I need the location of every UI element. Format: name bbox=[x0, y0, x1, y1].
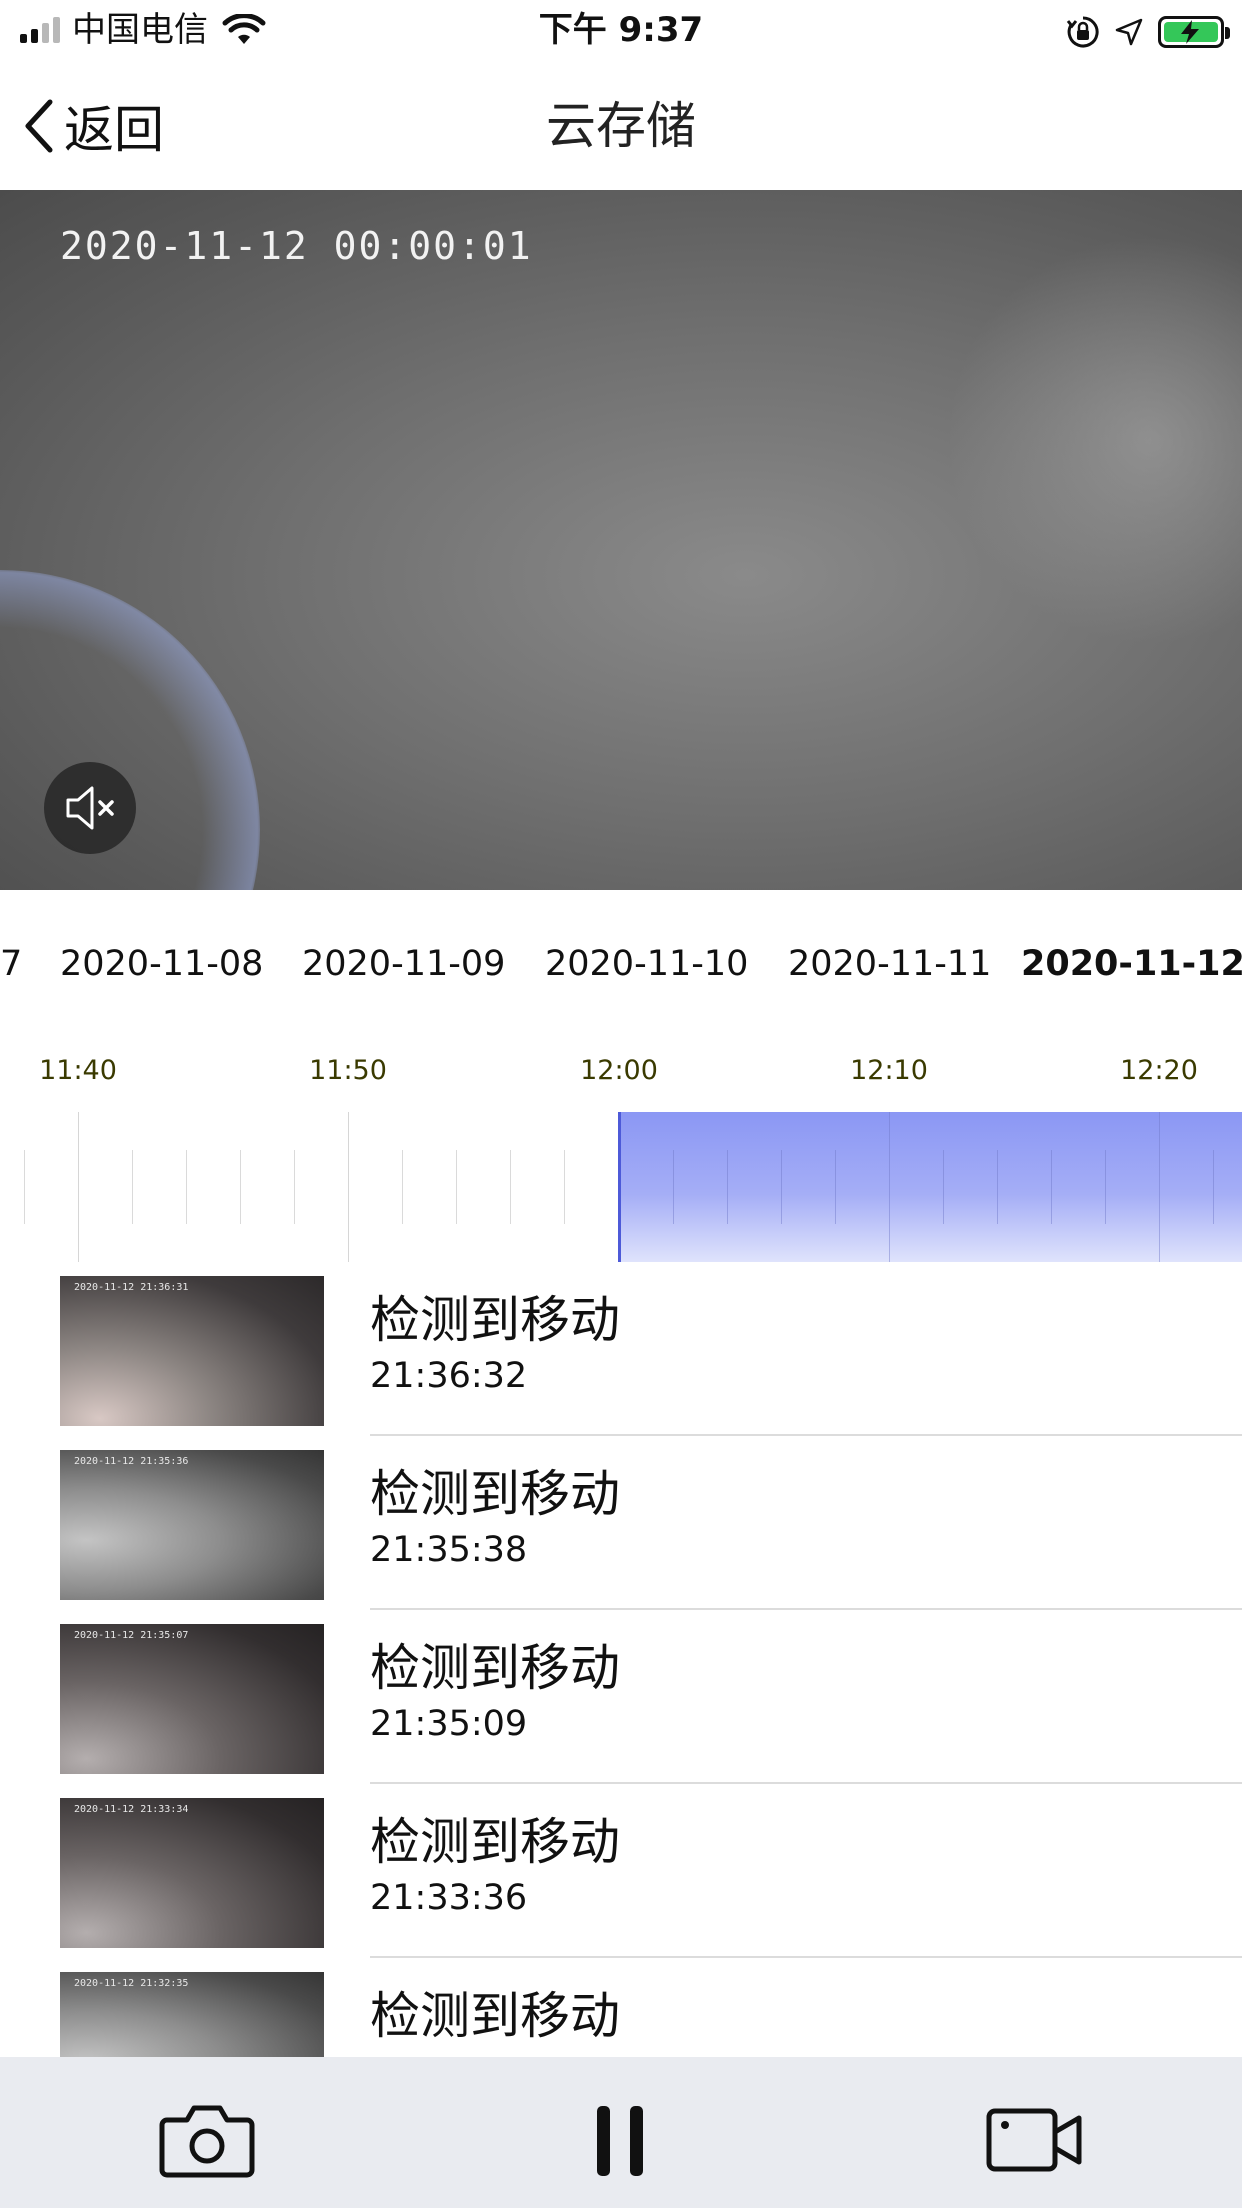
battery-icon bbox=[1158, 16, 1230, 48]
timeline-major-tick bbox=[889, 1112, 890, 1262]
event-thumbnail: 2020-11-12 21:36:31 bbox=[60, 1276, 324, 1426]
location-arrow-icon bbox=[1115, 18, 1143, 46]
status-bar: 中国电信 下午 9:37 bbox=[0, 0, 1242, 60]
event-time: 21:33:36 bbox=[370, 1878, 528, 1918]
event-thumbnail: 2020-11-12 21:35:36 bbox=[60, 1450, 324, 1600]
event-title: 检测到移动 bbox=[370, 1465, 620, 1523]
event-title: 检测到移动 bbox=[370, 1291, 620, 1349]
timeline-minor-tick bbox=[132, 1150, 133, 1224]
event-time: 21:36:32 bbox=[370, 1356, 528, 1396]
camera-icon bbox=[159, 2105, 255, 2178]
timeline-minor-tick bbox=[673, 1150, 674, 1224]
event-thumbnail: 2020-11-12 21:33:34 bbox=[60, 1798, 324, 1948]
timeline-major-tick bbox=[78, 1112, 79, 1262]
event-list[interactable]: 2020-11-12 21:36:31 检测到移动 21:36:32 2020-… bbox=[0, 1262, 1242, 2057]
date-item[interactable]: 2020-11-11 bbox=[788, 944, 991, 984]
video-timestamp: 2020-11-12 00:00:01 bbox=[60, 224, 533, 268]
event-thumbnail: 2020-11-12 21:35:07 bbox=[60, 1624, 324, 1774]
date-item[interactable]: 2020-11-09 bbox=[302, 944, 505, 984]
thumbnail-timestamp: 2020-11-12 21:35:36 bbox=[74, 1456, 189, 1467]
video-player[interactable]: 2020-11-12 00:00:01 bbox=[0, 190, 1242, 890]
list-item[interactable]: 2020-11-12 21:33:34 检测到移动 21:33:36 bbox=[0, 1784, 1242, 1958]
timeline-label: 12:10 bbox=[850, 1055, 928, 1086]
orientation-lock-icon bbox=[1066, 16, 1099, 48]
event-title: 检测到移动 bbox=[370, 1987, 620, 2045]
timeline-minor-tick bbox=[781, 1150, 782, 1224]
timeline-minor-tick bbox=[240, 1150, 241, 1224]
event-time: 21:35:38 bbox=[370, 1530, 528, 1570]
timeline-labels: 11:40 11:50 12:00 12:10 12:20 bbox=[0, 1055, 1242, 1095]
timeline-label: 12:00 bbox=[580, 1055, 658, 1086]
timeline-minor-tick bbox=[294, 1150, 295, 1224]
pause-button[interactable] bbox=[571, 2095, 671, 2185]
recorded-segment bbox=[619, 1112, 1242, 1262]
status-right bbox=[1066, 12, 1230, 52]
event-time: 21:35:09 bbox=[370, 1704, 528, 1744]
playhead[interactable] bbox=[618, 1112, 621, 1262]
speaker-muted-icon bbox=[66, 786, 114, 830]
timeline-major-tick bbox=[348, 1112, 349, 1262]
timeline-minor-tick bbox=[997, 1150, 998, 1224]
timeline-label: 11:40 bbox=[39, 1055, 117, 1086]
timeline-minor-tick bbox=[510, 1150, 511, 1224]
date-item[interactable]: 2020-11-10 bbox=[545, 944, 748, 984]
thumbnail-timestamp: 2020-11-12 21:33:34 bbox=[74, 1804, 189, 1815]
nav-bar: 返回 云存储 bbox=[0, 60, 1242, 190]
list-item[interactable]: 2020-11-12 21:35:07 检测到移动 21:35:09 bbox=[0, 1610, 1242, 1784]
date-item[interactable]: 2020-11-08 bbox=[60, 944, 263, 984]
timeline-label: 11:50 bbox=[309, 1055, 387, 1086]
thumbnail-timestamp: 2020-11-12 21:36:31 bbox=[74, 1282, 189, 1293]
mute-button[interactable] bbox=[44, 762, 136, 854]
record-button[interactable] bbox=[985, 2095, 1085, 2185]
event-thumbnail: 2020-11-12 21:32:35 bbox=[60, 1972, 324, 2057]
bottom-toolbar bbox=[0, 2057, 1242, 2208]
timeline-label: 12:20 bbox=[1120, 1055, 1198, 1086]
event-title: 检测到移动 bbox=[370, 1813, 620, 1871]
page-title: 云存储 bbox=[546, 97, 696, 155]
list-item[interactable]: 2020-11-12 21:35:36 检测到移动 21:35:38 bbox=[0, 1436, 1242, 1610]
timeline-minor-tick bbox=[835, 1150, 836, 1224]
timeline-minor-tick bbox=[456, 1150, 457, 1224]
list-item[interactable]: 2020-11-12 21:32:35 检测到移动 bbox=[0, 1958, 1242, 2057]
event-title: 检测到移动 bbox=[370, 1639, 620, 1697]
list-item[interactable]: 2020-11-12 21:36:31 检测到移动 21:36:32 bbox=[0, 1262, 1242, 1436]
timeline-minor-tick bbox=[1105, 1150, 1106, 1224]
timeline-minor-tick bbox=[186, 1150, 187, 1224]
timeline-minor-tick bbox=[727, 1150, 728, 1224]
status-time: 下午 9:37 bbox=[538, 10, 704, 50]
timeline-major-tick bbox=[1159, 1112, 1160, 1262]
timeline-minor-tick bbox=[402, 1150, 403, 1224]
timeline-minor-tick bbox=[943, 1150, 944, 1224]
date-item-selected[interactable]: 2020-11-12 bbox=[1021, 944, 1242, 984]
timeline-minor-tick bbox=[564, 1150, 565, 1224]
video-camera-icon bbox=[986, 2108, 1082, 2172]
date-item[interactable]: 7 bbox=[0, 944, 22, 984]
snapshot-button[interactable] bbox=[157, 2095, 257, 2185]
thumbnail-timestamp: 2020-11-12 21:35:07 bbox=[74, 1630, 189, 1641]
date-selector[interactable]: 7 2020-11-08 2020-11-09 2020-11-10 2020-… bbox=[0, 900, 1242, 1030]
timeline-minor-tick bbox=[1051, 1150, 1052, 1224]
thumbnail-timestamp: 2020-11-12 21:32:35 bbox=[74, 1978, 189, 1989]
timeline-ruler[interactable] bbox=[0, 1112, 1242, 1262]
timeline-minor-tick bbox=[1213, 1150, 1214, 1224]
timeline-minor-tick bbox=[24, 1150, 25, 1224]
pause-icon bbox=[597, 2106, 643, 2176]
